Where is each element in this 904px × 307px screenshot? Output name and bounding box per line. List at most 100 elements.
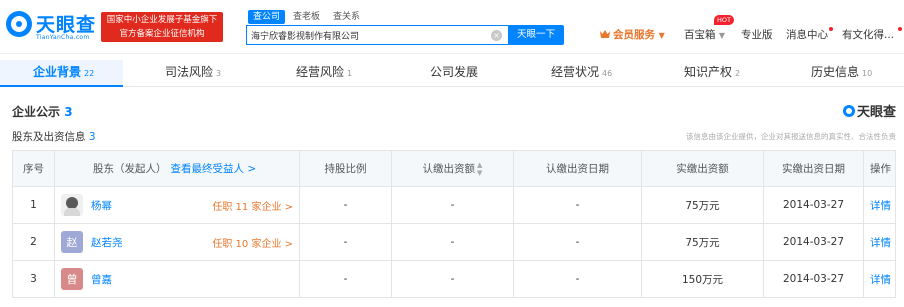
row-holder: 赵 赵若尧 任职 10 家企业 > bbox=[55, 224, 300, 260]
disclaimer: 该信息由该企业提供，企业对其报送信息的真实性、合法性负责 bbox=[686, 132, 896, 141]
tab-label: 公司发展 bbox=[430, 65, 479, 79]
clear-icon[interactable]: × bbox=[491, 30, 502, 41]
tab-judicial-risk[interactable]: 司法风险 3 bbox=[165, 60, 221, 87]
table-header: 序号 股东（发起人） 查看最终受益人 > 持股比例 认缴出资额 ▲ ▼ 认缴出资日期… bbox=[13, 151, 895, 187]
user-dot bbox=[898, 27, 902, 31]
row-sub-amount: - bbox=[392, 261, 514, 297]
beneficiary-link[interactable]: 查看最终受益人 > bbox=[171, 161, 257, 176]
tab-label: 知识产权 bbox=[684, 65, 733, 79]
message-dot bbox=[829, 27, 833, 31]
shareholder-subtitle: 股东及出资信息 3 bbox=[12, 129, 96, 144]
gov-badge: 国家中小企业发展子基金旗下 官方备案企业征信机构 bbox=[101, 12, 223, 42]
table-row: 1 杨幂 任职 11 家企业 > - - - 75万元 2014-03-27 详… bbox=[13, 187, 895, 224]
tyc-watermark: 天眼查 bbox=[842, 101, 896, 120]
header-paid-date: 实缴出资日期 bbox=[764, 151, 864, 186]
row-paid-amount: 150万元 bbox=[642, 261, 764, 297]
header-sub-amount[interactable]: 认缴出资额 ▲ ▼ bbox=[392, 151, 514, 186]
tab-operating-status[interactable]: 经营状况 46 bbox=[551, 60, 612, 87]
tab-operating-risk[interactable]: 经营风险 1 bbox=[296, 60, 352, 87]
search-tab-boss[interactable]: 查老板 bbox=[288, 10, 325, 24]
row-sub-date: - bbox=[514, 224, 642, 260]
shareholder-table: 序号 股东（发起人） 查看最终受益人 > 持股比例 认缴出资额 ▲ ▼ 认缴出资日期… bbox=[12, 150, 896, 298]
row-seq: 1 bbox=[13, 187, 55, 223]
row-paid-date: 2014-03-27 bbox=[764, 261, 864, 297]
tab-label: 企业背景 bbox=[33, 65, 82, 79]
search-input[interactable] bbox=[251, 28, 487, 43]
position-link[interactable]: 任职 10 家企业 > bbox=[212, 235, 293, 250]
avatar[interactable] bbox=[61, 194, 83, 216]
gov-badge-line1: 国家中小企业发展子基金旗下 bbox=[106, 15, 218, 25]
subsection-count: 3 bbox=[88, 131, 96, 143]
row-ratio: - bbox=[300, 187, 392, 223]
details-link[interactable]: 详情 bbox=[864, 187, 897, 223]
logo-text: 天眼查 bbox=[36, 14, 97, 36]
tab-count: 1 bbox=[347, 69, 353, 78]
toolbox-link[interactable]: 百宝箱 ▼ bbox=[684, 27, 725, 43]
row-paid-date: 2014-03-27 bbox=[764, 187, 864, 223]
section-title: 企业公示 3 bbox=[12, 103, 73, 120]
tianyancha-logo[interactable]: 天眼查 TianYanCha.com bbox=[6, 10, 100, 44]
user-menu[interactable]: 有文化得... bbox=[842, 27, 894, 43]
row-seq: 2 bbox=[13, 224, 55, 260]
avatar[interactable]: 赵 bbox=[61, 231, 83, 253]
tab-count: 46 bbox=[602, 69, 613, 78]
row-sub-date: - bbox=[514, 261, 642, 297]
header-sub-date: 认缴出资日期 bbox=[514, 151, 642, 186]
avatar[interactable]: 曾 bbox=[61, 268, 83, 290]
row-holder: 曾 曾嘉 bbox=[55, 261, 300, 297]
gov-badge-line2: 官方备案企业征信机构 bbox=[119, 29, 205, 39]
tab-count: 22 bbox=[84, 69, 95, 78]
details-link[interactable]: 详情 bbox=[864, 224, 897, 260]
tab-count: 3 bbox=[216, 69, 222, 78]
row-ratio: - bbox=[300, 224, 392, 260]
row-sub-date: - bbox=[514, 187, 642, 223]
search-tab-company[interactable]: 查公司 bbox=[248, 10, 286, 24]
tab-count: 2 bbox=[735, 69, 741, 78]
details-link[interactable]: 详情 bbox=[864, 261, 897, 297]
section-title-label: 企业公示 bbox=[12, 105, 61, 119]
tab-background[interactable]: 企业背景 22 bbox=[33, 60, 94, 87]
chevron-down-icon: ▼ bbox=[718, 31, 725, 40]
holder-name-link[interactable]: 曾嘉 bbox=[91, 272, 112, 287]
tab-intellectual-property[interactable]: 知识产权 2 bbox=[684, 60, 740, 87]
row-sub-amount: - bbox=[392, 187, 514, 223]
position-link[interactable]: 任职 11 家企业 > bbox=[212, 198, 293, 213]
message-center-link[interactable]: 消息中心 bbox=[786, 27, 828, 43]
top-header: 天眼查 TianYanCha.com 国家中小企业发展子基金旗下 官方备案企业征… bbox=[0, 0, 904, 54]
header-sub-amount-label: 认缴出资额 bbox=[422, 163, 476, 175]
header-op: 操作 bbox=[870, 163, 891, 175]
header-paid-amount: 实缴出资额 bbox=[642, 151, 764, 186]
row-sub-amount: - bbox=[392, 224, 514, 260]
sort-icon[interactable]: ▲ ▼ bbox=[477, 161, 482, 177]
tab-label: 历史信息 bbox=[811, 65, 860, 79]
tab-label: 司法风险 bbox=[165, 65, 214, 79]
table-row: 3 曾 曾嘉 - - - 150万元 2014-03-27 详情 bbox=[13, 261, 895, 298]
tab-label: 经营风险 bbox=[296, 65, 345, 79]
watermark-text: 天眼查 bbox=[856, 105, 896, 120]
member-service-label: 会员服务 bbox=[613, 29, 655, 41]
member-service-link[interactable]: 会员服务 ▼ bbox=[600, 27, 665, 43]
row-paid-date: 2014-03-27 bbox=[764, 224, 864, 260]
pro-version-link[interactable]: 专业版 bbox=[741, 27, 773, 43]
logo-subtext: TianYanCha.com bbox=[36, 34, 90, 41]
toolbox-label: 百宝箱 bbox=[684, 29, 716, 41]
search-button[interactable]: 天眼一下 bbox=[508, 25, 564, 45]
tab-count: 10 bbox=[862, 69, 873, 78]
section-tabs: 企业背景 22 司法风险 3 经营风险 1 公司发展 经营状况 46 知识产权 2 历史信… bbox=[0, 60, 904, 87]
header-seq: 序号 bbox=[13, 151, 55, 186]
row-seq: 3 bbox=[13, 261, 55, 297]
header-holder: 股东（发起人） 查看最终受益人 > bbox=[55, 151, 300, 186]
header-holder-label: 股东（发起人） bbox=[93, 163, 167, 175]
crown-icon bbox=[600, 30, 610, 38]
search-type-tabs: 查公司 查老板 查关系 bbox=[248, 9, 368, 24]
holder-name-link[interactable]: 赵若尧 bbox=[91, 235, 123, 250]
holder-name-link[interactable]: 杨幂 bbox=[91, 198, 112, 213]
search-tab-relation[interactable]: 查关系 bbox=[328, 10, 365, 24]
section-title-count: 3 bbox=[64, 105, 73, 119]
subsection-label: 股东及出资信息 bbox=[12, 131, 86, 143]
row-holder: 杨幂 任职 11 家企业 > bbox=[55, 187, 300, 223]
tab-company-development[interactable]: 公司发展 bbox=[430, 60, 481, 87]
chevron-down-icon: ▼ bbox=[658, 31, 665, 40]
row-paid-amount: 75万元 bbox=[642, 224, 764, 260]
tab-history[interactable]: 历史信息 10 bbox=[811, 60, 872, 87]
